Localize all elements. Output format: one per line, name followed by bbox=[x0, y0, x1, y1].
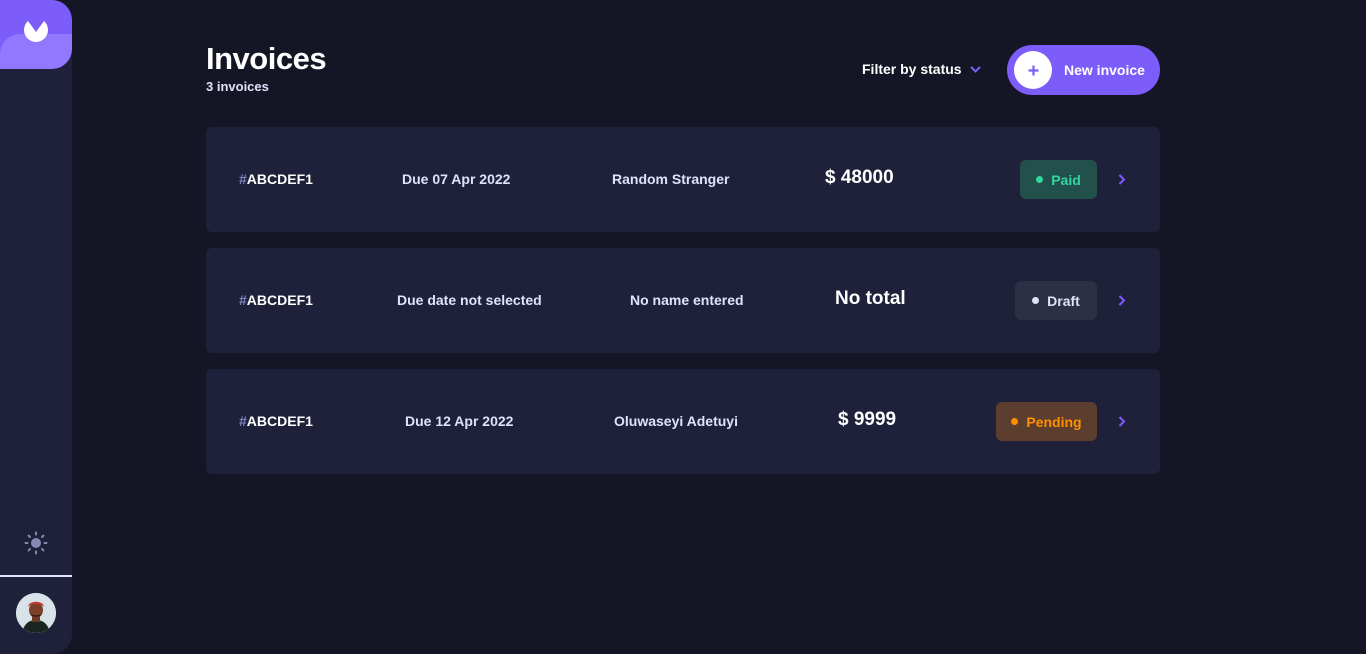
status-badge: Pending bbox=[996, 402, 1097, 441]
filter-dropdown[interactable]: Filter by status bbox=[862, 61, 981, 77]
invoice-client: No name entered bbox=[630, 292, 744, 308]
invoice-row[interactable]: #ABCDEF1 Due 12 Apr 2022 Oluwaseyi Adetu… bbox=[206, 369, 1160, 474]
new-invoice-label: New invoice bbox=[1064, 62, 1145, 78]
new-invoice-button[interactable]: New invoice bbox=[1007, 45, 1160, 95]
status-badge: Draft bbox=[1015, 281, 1097, 320]
chevron-down-icon bbox=[969, 65, 981, 73]
chevron-right-icon bbox=[1118, 295, 1126, 306]
chevron-right-icon bbox=[1118, 416, 1126, 427]
plus-icon bbox=[1014, 51, 1052, 89]
invoice-id: #ABCDEF1 bbox=[239, 413, 313, 429]
invoice-total: $ 9999 bbox=[838, 409, 897, 430]
filter-label: Filter by status bbox=[862, 61, 962, 77]
invoice-id: #ABCDEF1 bbox=[239, 292, 313, 308]
invoice-client: Random Stranger bbox=[612, 171, 730, 187]
logo-icon bbox=[24, 21, 48, 42]
logo[interactable] bbox=[0, 0, 72, 69]
invoice-total: $ 48000 bbox=[825, 167, 894, 188]
avatar[interactable] bbox=[16, 593, 56, 633]
sun-icon[interactable] bbox=[24, 531, 48, 555]
invoice-due-date: Due date not selected bbox=[397, 292, 542, 308]
status-badge: Paid bbox=[1020, 160, 1097, 199]
invoice-due-date: Due 07 Apr 2022 bbox=[402, 171, 511, 187]
status-label: Pending bbox=[1026, 413, 1082, 430]
invoice-total: No total bbox=[835, 288, 906, 309]
invoice-due-date: Due 12 Apr 2022 bbox=[405, 413, 514, 429]
page-title: Invoices bbox=[206, 41, 327, 76]
sidebar-divider bbox=[0, 575, 72, 577]
chevron-right-icon bbox=[1118, 174, 1126, 185]
invoice-row[interactable]: #ABCDEF1 Due 07 Apr 2022 Random Stranger… bbox=[206, 127, 1160, 232]
invoice-id: #ABCDEF1 bbox=[239, 171, 313, 187]
invoice-row[interactable]: #ABCDEF1 Due date not selected No name e… bbox=[206, 248, 1160, 353]
invoice-count: 3 invoices bbox=[206, 79, 269, 94]
status-label: Draft bbox=[1047, 292, 1080, 309]
sidebar bbox=[0, 0, 72, 654]
status-dot bbox=[1011, 418, 1019, 425]
invoice-client: Oluwaseyi Adetuyi bbox=[614, 413, 738, 429]
status-dot bbox=[1036, 176, 1044, 183]
status-dot bbox=[1032, 297, 1040, 304]
status-label: Paid bbox=[1051, 171, 1081, 188]
